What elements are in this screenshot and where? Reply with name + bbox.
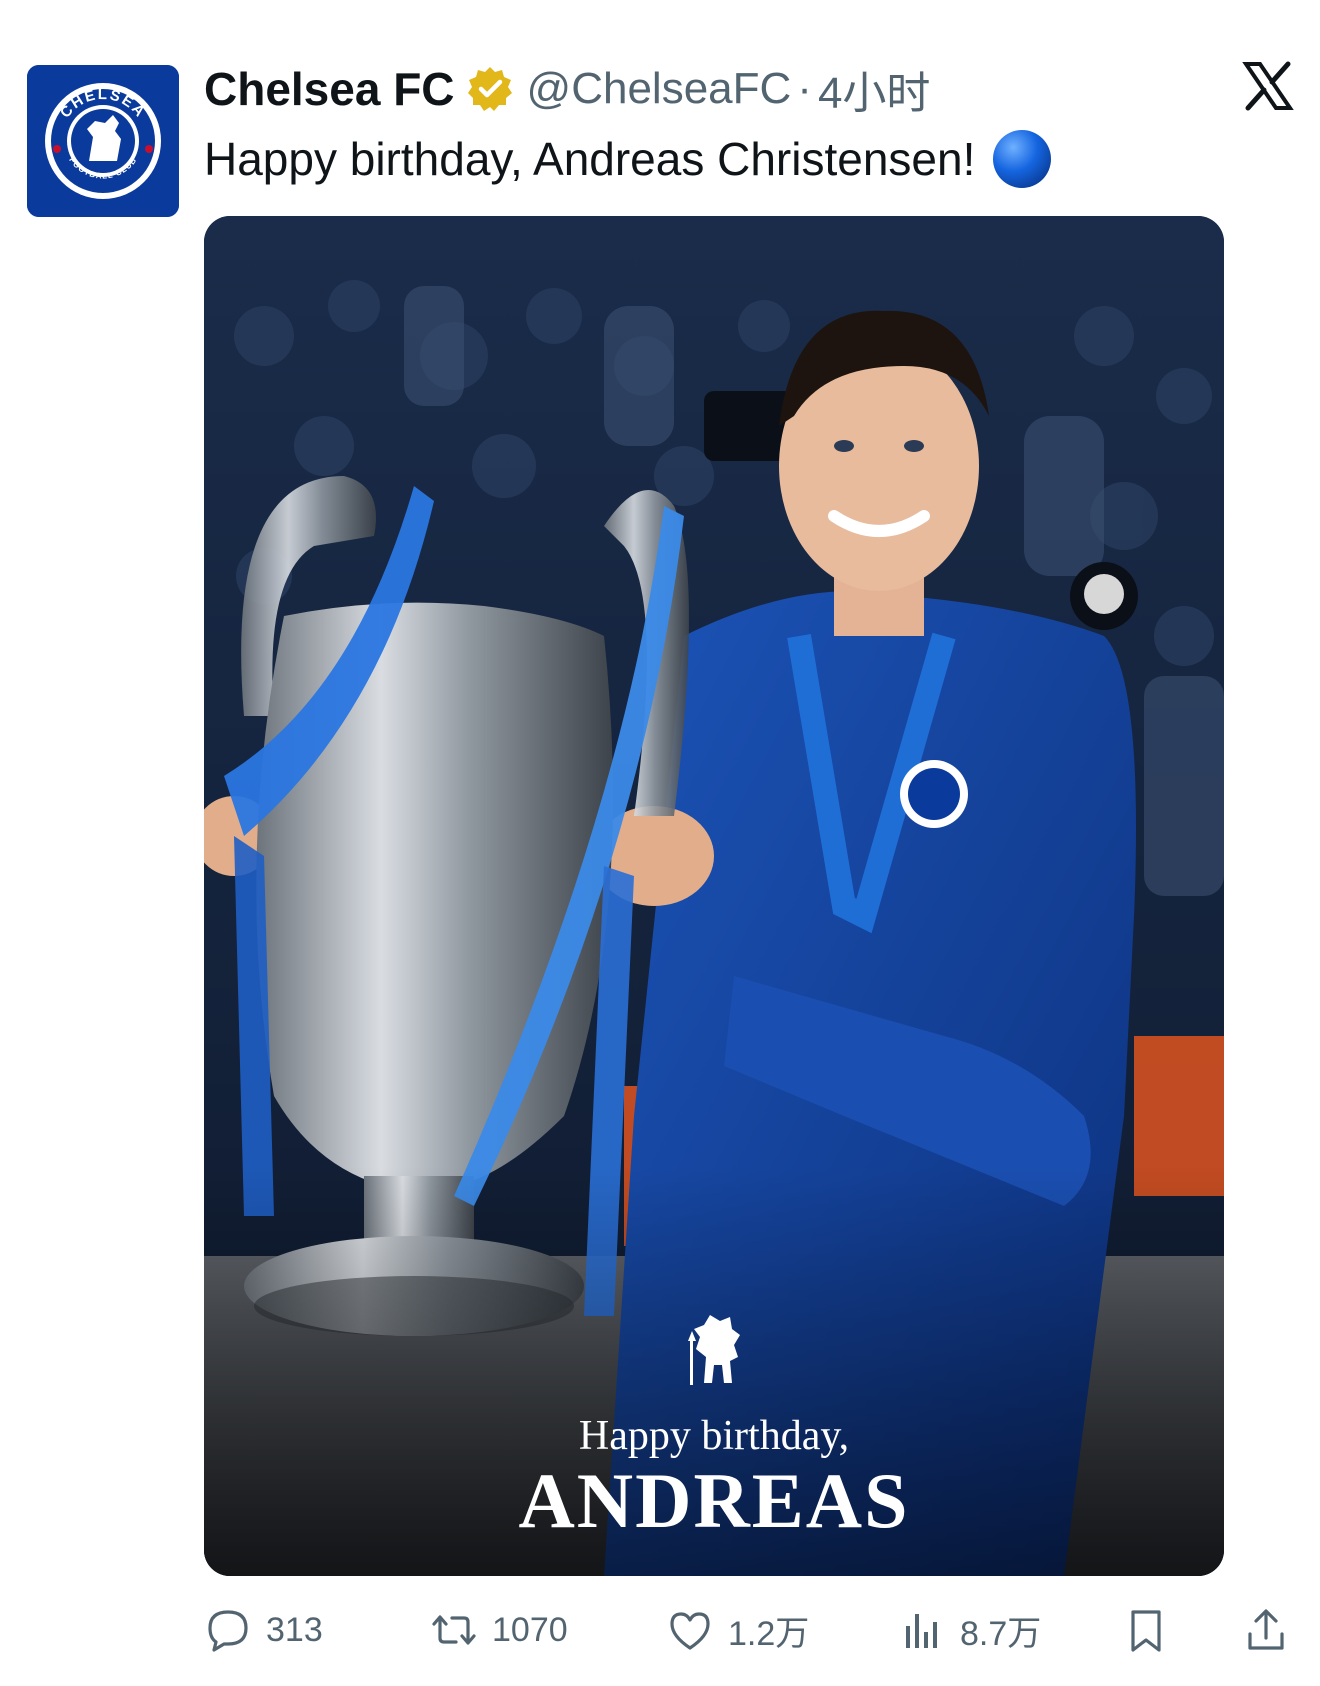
chelsea-crest-icon: CHELSEA FOOTBALL CLUB [27, 65, 179, 217]
repost-icon [432, 1615, 476, 1645]
like-count: 1.2万 [728, 1614, 810, 1653]
timestamp[interactable]: 4小时 [818, 57, 930, 121]
blue-circle-icon [993, 130, 1052, 188]
repost-button[interactable]: 1070 [430, 1602, 568, 1658]
overlay-subtitle: Happy birthday, [578, 1413, 850, 1459]
avatar[interactable]: CHELSEA FOOTBALL CLUB [27, 65, 179, 217]
post-image[interactable]: Happy birthday, ANDREAS [204, 216, 1224, 1576]
post-header: Chelsea FC @ChelseaFC · 4小时 [204, 58, 930, 120]
reply-button[interactable]: 313 [204, 1602, 323, 1658]
display-name[interactable]: Chelsea FC [204, 62, 455, 116]
bookmark-button[interactable] [1122, 1602, 1184, 1658]
post-text: Happy birthday, Andreas Christensen! [204, 133, 976, 185]
reply-icon [208, 1610, 248, 1652]
verified-badge-icon [467, 67, 512, 111]
share-icon [1248, 1609, 1284, 1650]
share-button[interactable] [1242, 1602, 1304, 1658]
repost-count: 1070 [492, 1610, 568, 1649]
handle[interactable]: @ChelseaFC [527, 64, 792, 114]
views-button[interactable]: 8.7万 [898, 1602, 1041, 1658]
overlay-name: ANDREAS [518, 1457, 910, 1544]
action-bar: 313 1070 1.2万 8.7万 [204, 1602, 1304, 1658]
reply-count: 313 [266, 1610, 323, 1649]
x-logo-icon[interactable] [1242, 60, 1294, 112]
view-count: 8.7万 [960, 1614, 1042, 1653]
separator-dot: · [797, 64, 812, 113]
bookmark-icon [1131, 1610, 1161, 1652]
chelsea-lion-icon [688, 1315, 740, 1385]
post-text-row: Happy birthday, Andreas Christensen! [204, 128, 1053, 190]
heart-icon [670, 1612, 710, 1650]
like-button[interactable]: 1.2万 [666, 1602, 809, 1658]
views-chart-icon [906, 1614, 937, 1648]
